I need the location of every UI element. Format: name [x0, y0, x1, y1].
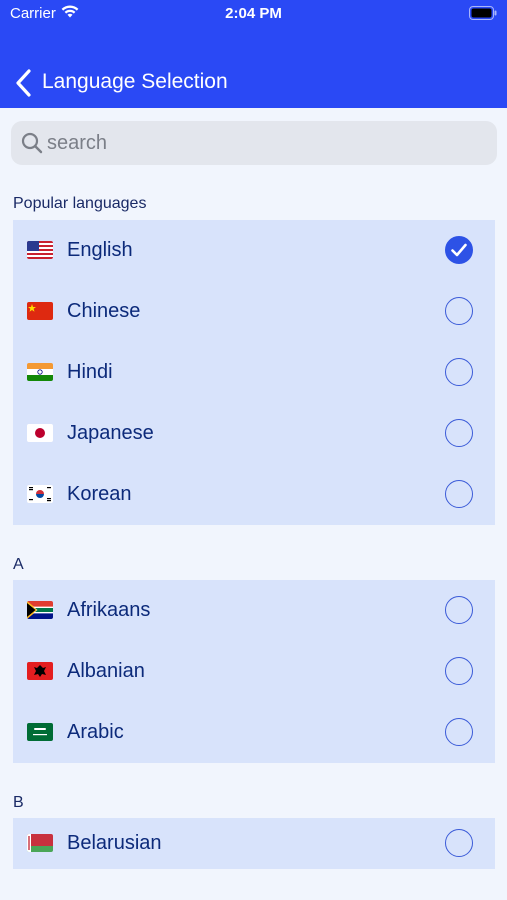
back-button[interactable] — [12, 68, 38, 98]
al-flag-icon — [27, 662, 53, 680]
language-row-japanese[interactable]: Japanese — [13, 403, 495, 464]
search-icon — [21, 132, 43, 159]
language-label: Hindi — [67, 361, 113, 383]
radio-unchecked-icon[interactable] — [445, 829, 473, 857]
language-label: English — [67, 239, 133, 261]
language-row-hindi[interactable]: Hindi — [13, 342, 495, 403]
section-header-popular: Popular languages — [13, 195, 147, 212]
language-row-english[interactable]: English — [13, 220, 495, 281]
radio-unchecked-icon[interactable] — [445, 718, 473, 746]
sa-flag-icon — [27, 723, 53, 741]
cn-flag-icon — [27, 302, 53, 320]
kr-flag-icon — [27, 485, 53, 503]
navigation-bar: Language Selection — [0, 60, 507, 104]
language-group-popular: English Chinese Hindi Japanese Korean — [13, 220, 495, 525]
radio-unchecked-icon[interactable] — [445, 596, 473, 624]
by-flag-icon — [27, 834, 53, 852]
language-row-arabic[interactable]: Arabic — [13, 702, 495, 763]
radio-unchecked-icon[interactable] — [445, 297, 473, 325]
status-bar: Carrier 2:04 PM — [0, 0, 507, 28]
radio-unchecked-icon[interactable] — [445, 419, 473, 447]
language-row-korean[interactable]: Korean — [13, 464, 495, 525]
language-row-belarusian[interactable]: Belarusian — [13, 818, 495, 869]
search-bar[interactable] — [11, 121, 497, 165]
in-flag-icon — [27, 363, 53, 381]
us-flag-icon — [27, 241, 53, 259]
language-row-afrikaans[interactable]: Afrikaans — [13, 580, 495, 641]
app-header: Carrier 2:04 PM Language Selection — [0, 0, 507, 108]
za-flag-icon — [27, 601, 53, 619]
radio-unchecked-icon[interactable] — [445, 480, 473, 508]
section-header-a: A — [13, 556, 24, 573]
jp-flag-icon — [27, 424, 53, 442]
search-input[interactable] — [47, 127, 477, 159]
language-label: Japanese — [67, 422, 154, 444]
radio-checked-icon[interactable] — [445, 236, 473, 264]
language-row-albanian[interactable]: Albanian — [13, 641, 495, 702]
language-group-a: Afrikaans Albanian Arabic — [13, 580, 495, 763]
language-label: Chinese — [67, 300, 141, 322]
language-label: Afrikaans — [67, 599, 151, 621]
language-label: Korean — [67, 483, 132, 505]
radio-unchecked-icon[interactable] — [445, 358, 473, 386]
language-row-chinese[interactable]: Chinese — [13, 281, 495, 342]
language-label: Albanian — [67, 660, 145, 682]
status-time: 2:04 PM — [225, 5, 282, 22]
language-label: Arabic — [67, 721, 124, 743]
chevron-left-icon — [16, 69, 31, 97]
page-title: Language Selection — [42, 70, 228, 93]
section-header-b: B — [13, 794, 24, 811]
battery-icon — [469, 6, 497, 24]
language-group-b: Belarusian — [13, 818, 495, 869]
language-label: Belarusian — [67, 832, 162, 854]
radio-unchecked-icon[interactable] — [445, 657, 473, 685]
